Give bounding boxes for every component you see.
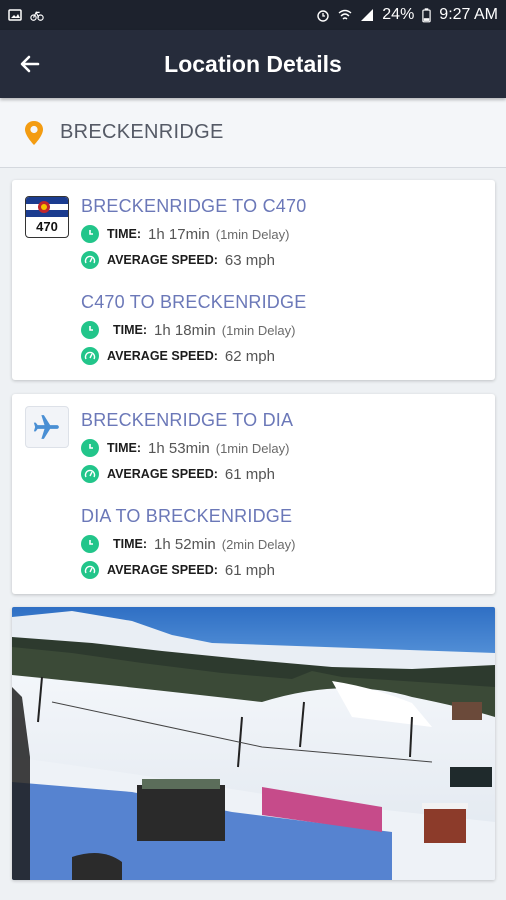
speed-row: AVERAGE SPEED: 63 mph [81, 251, 306, 269]
time-label: TIME: [107, 441, 142, 455]
speed-value: 63 mph [224, 251, 275, 269]
clock-icon [81, 225, 99, 243]
time-value: 1h 17min [148, 225, 210, 243]
time-label: TIME: [107, 227, 142, 241]
speedometer-icon [81, 465, 99, 483]
airplane-icon [25, 406, 69, 448]
signal-icon [361, 9, 374, 21]
speed-row: AVERAGE SPEED: 61 mph [81, 465, 293, 483]
bike-notification-icon [30, 11, 44, 21]
speed-row: AVERAGE SPEED: 62 mph [81, 347, 306, 365]
alarm-icon [317, 10, 329, 22]
speed-label: AVERAGE SPEED: [107, 253, 218, 267]
route-dia-to-breck: DIA TO BRECKENRIDGE TIME: 1h 52min (2min… [81, 506, 295, 579]
speed-value: 61 mph [224, 561, 275, 579]
speed-label: AVERAGE SPEED: [107, 467, 218, 481]
battery-icon [422, 7, 431, 22]
clock-icon [81, 535, 99, 553]
gallery-notification-icon [8, 9, 22, 21]
speed-value: 62 mph [224, 347, 275, 365]
speed-value: 61 mph [224, 465, 275, 483]
back-button[interactable] [12, 46, 48, 82]
time-value: 1h 53min [148, 439, 210, 457]
clock-icon [81, 321, 99, 339]
webcam-image[interactable] [12, 607, 495, 880]
arrow-left-icon [20, 55, 40, 73]
route-card-c470[interactable]: 470 BRECKENRIDGE TO C470 TIME: 1h 17min … [12, 180, 495, 380]
delay-value: (1min Delay) [215, 226, 290, 242]
time-row: TIME: 1h 53min (1min Delay) [81, 439, 293, 457]
route-title: BRECKENRIDGE TO C470 [81, 196, 307, 216]
battery-percent: 24% [382, 6, 415, 23]
speed-row: AVERAGE SPEED: 61 mph [81, 561, 295, 579]
wifi-icon [338, 9, 352, 20]
time-label: TIME: [113, 537, 148, 551]
route-title: DIA TO BRECKENRIDGE [81, 506, 293, 526]
time-label: TIME: [113, 323, 148, 337]
status-bar: 24% 9:27 AM [0, 0, 506, 30]
clock-time: 9:27 AM [439, 6, 498, 23]
time-value: 1h 52min [154, 535, 216, 553]
route-breck-to-dia: BRECKENRIDGE TO DIA TIME: 1h 53min (1min… [81, 410, 293, 483]
page-title: Location Details [164, 50, 342, 77]
delay-value: (2min Delay) [221, 536, 296, 552]
time-row: TIME: 1h 17min (1min Delay) [81, 225, 306, 243]
speed-label: AVERAGE SPEED: [107, 349, 218, 363]
speedometer-icon [81, 347, 99, 365]
location-name: BRECKENRIDGE [60, 121, 224, 143]
status-left [8, 8, 44, 22]
colorado-470-shield-icon: 470 [25, 196, 69, 238]
time-row: TIME: 1h 18min (1min Delay) [81, 321, 306, 339]
clock-icon [81, 439, 99, 457]
route-c470-to-breck: C470 TO BRECKENRIDGE TIME: 1h 18min (1mi… [81, 292, 306, 365]
map-pin-icon [25, 120, 43, 145]
time-row: TIME: 1h 52min (2min Delay) [81, 535, 295, 553]
badge-number: 470 [36, 219, 58, 234]
route-card-dia[interactable]: BRECKENRIDGE TO DIA TIME: 1h 53min (1min… [12, 394, 495, 594]
speedometer-icon [81, 561, 99, 579]
app-bar: Location Details [0, 30, 506, 98]
status-right: 24% 9:27 AM [316, 6, 498, 24]
delay-value: (1min Delay) [221, 322, 296, 338]
speedometer-icon [81, 251, 99, 269]
time-value: 1h 18min [154, 321, 216, 339]
route-title: BRECKENRIDGE TO DIA [81, 410, 294, 430]
location-header: BRECKENRIDGE [0, 98, 506, 168]
speed-label: AVERAGE SPEED: [107, 563, 218, 577]
route-breck-to-c470: BRECKENRIDGE TO C470 TIME: 1h 17min (1mi… [81, 196, 306, 269]
route-title: C470 TO BRECKENRIDGE [81, 292, 307, 312]
delay-value: (1min Delay) [215, 440, 290, 456]
